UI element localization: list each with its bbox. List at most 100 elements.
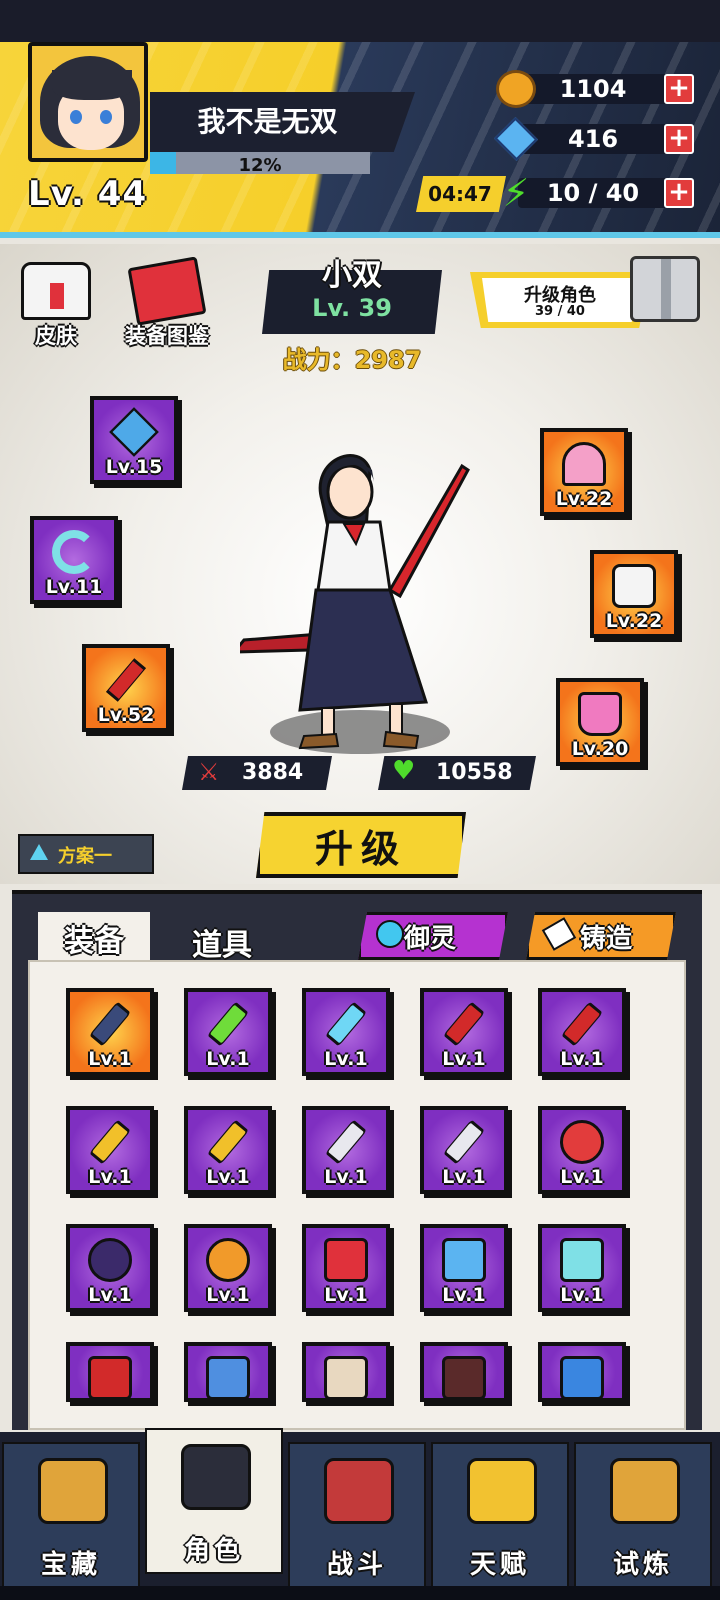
slot-level: Lv.22 [605, 610, 663, 632]
book-icon [127, 256, 207, 326]
item-level: Lv.1 [324, 1166, 368, 1188]
inventory-item[interactable] [538, 1342, 626, 1402]
skin-button[interactable]: 皮肤 [6, 262, 106, 350]
player-avatar[interactable] [28, 42, 148, 162]
upgrade-button-label: 升级 [314, 827, 407, 871]
item-level: Lv.1 [560, 1048, 604, 1070]
character-figure [240, 454, 470, 750]
inventory-item[interactable]: Lv.1 [420, 1224, 508, 1312]
silver-blade-icon [325, 1119, 367, 1165]
character-level: Lv. 39 [312, 294, 392, 322]
add-coins-button[interactable]: + [664, 74, 694, 104]
item-level: Lv.1 [324, 1284, 368, 1306]
blue-sandal-icon [560, 1356, 604, 1398]
item-level: Lv.1 [206, 1284, 250, 1306]
roller-skate-icon [578, 692, 622, 736]
treasure-chest-icon [38, 1458, 108, 1524]
nav-label: 宝藏 [40, 1550, 101, 1580]
upgrade-role-progress: 39 / 40 [535, 304, 585, 319]
inventory-item[interactable]: Lv.1 [184, 1224, 272, 1312]
nav-label: 战斗 [326, 1550, 387, 1580]
tab-items[interactable]: 道具 [172, 920, 272, 964]
equipped-slot-right-3[interactable]: Lv.20 [556, 678, 644, 766]
inventory-item[interactable]: Lv.1 [420, 1106, 508, 1194]
nav-label: 角色 [183, 1536, 244, 1566]
energy-timer: 04:47 [428, 182, 492, 206]
equipped-slot-right-1[interactable]: Lv.22 [540, 428, 628, 516]
gold-blade-icon [207, 1119, 249, 1165]
equipped-slot-left-1[interactable]: Lv.15 [90, 396, 178, 484]
swords-icon [324, 1458, 394, 1524]
inventory-item[interactable] [420, 1342, 508, 1402]
brown-boot-icon [442, 1356, 486, 1398]
inventory-item[interactable]: Lv.1 [302, 988, 390, 1076]
jade-ring-icon [52, 530, 96, 574]
nav-item-0[interactable]: 宝藏 [2, 1442, 140, 1588]
coin-icon [496, 70, 536, 108]
red-sword-icon [105, 658, 147, 702]
lightbulb-icon [467, 1458, 537, 1524]
red-book-icon [324, 1238, 368, 1282]
slot-level: Lv.52 [97, 704, 155, 726]
loadout-label: 方案一 [58, 846, 112, 867]
helmet-icon [562, 442, 606, 486]
nav-item-4[interactable]: 试炼 [574, 1442, 712, 1588]
skin-label: 皮肤 [35, 324, 77, 348]
attack-value: 3884 [242, 760, 304, 785]
add-gems-button[interactable]: + [664, 124, 694, 154]
inventory-item[interactable]: Lv.1 [538, 1224, 626, 1312]
inventory-item[interactable]: Lv.1 [66, 1106, 154, 1194]
inventory-item[interactable]: Lv.1 [184, 988, 272, 1076]
triangle-up-icon [30, 844, 48, 860]
nav-item-1[interactable]: 角色 [145, 1428, 283, 1574]
add-energy-button[interactable]: + [664, 178, 694, 208]
inventory-item[interactable]: Lv.1 [538, 988, 626, 1076]
nav-item-2[interactable]: 战斗 [288, 1442, 426, 1588]
equipped-slot-left-3[interactable]: Lv.52 [82, 644, 170, 732]
red-sword-icon [443, 1001, 485, 1047]
dark-blade-icon [89, 1001, 131, 1047]
gift-box-icon[interactable] [630, 256, 700, 322]
gems-resource: 416 + [493, 116, 698, 162]
inventory-item[interactable] [302, 1342, 390, 1402]
inventory-item[interactable]: Lv.1 [66, 1224, 154, 1312]
red-scarf-icon [88, 1356, 132, 1398]
red-ring-icon [560, 1120, 604, 1164]
lightning-icon: ⚡ [502, 171, 530, 215]
hp-value: 10558 [436, 760, 513, 785]
item-level: Lv.1 [442, 1048, 486, 1070]
forge-label: 铸造 [580, 924, 633, 954]
sword-icon: ⚔ [198, 758, 220, 786]
energy-value: 10 / 40 [546, 179, 640, 207]
nav-label: 天赋 [469, 1550, 530, 1580]
dark-ring-icon [88, 1238, 132, 1282]
item-level: Lv.1 [442, 1166, 486, 1188]
item-level: Lv.1 [560, 1166, 604, 1188]
codex-button[interactable]: 装备图鉴 [112, 256, 222, 350]
coins-resource: 1104 + [496, 70, 698, 108]
heart-icon: ♥ [392, 756, 416, 786]
inventory-item[interactable]: Lv.1 [302, 1224, 390, 1312]
slot-level: Lv.11 [45, 576, 103, 598]
inventory-item[interactable]: Lv.1 [538, 1106, 626, 1194]
blue-blade-icon [325, 1001, 367, 1047]
inventory-item[interactable]: Lv.1 [420, 988, 508, 1076]
amulet-icon [109, 407, 159, 457]
inventory-item[interactable] [66, 1342, 154, 1402]
item-level: Lv.1 [324, 1048, 368, 1070]
inventory-item[interactable]: Lv.1 [302, 1106, 390, 1194]
player-name: 我不是无双 [197, 105, 338, 138]
jade-necklace-icon [560, 1238, 604, 1282]
inventory-item[interactable]: Lv.1 [184, 1106, 272, 1194]
red-sword-icon [561, 1001, 603, 1047]
uniform-icon [21, 262, 91, 320]
inventory-item[interactable]: Lv.1 [66, 988, 154, 1076]
combat-power: 战力：2987 [282, 346, 422, 374]
slot-level: Lv.22 [555, 488, 613, 510]
equipped-slot-left-2[interactable]: Lv.11 [30, 516, 118, 604]
equipped-slot-right-2[interactable]: Lv.22 [590, 550, 678, 638]
item-level: Lv.1 [560, 1284, 604, 1306]
nav-item-3[interactable]: 天赋 [431, 1442, 569, 1588]
nav-label: 试炼 [612, 1550, 673, 1580]
inventory-item[interactable] [184, 1342, 272, 1402]
